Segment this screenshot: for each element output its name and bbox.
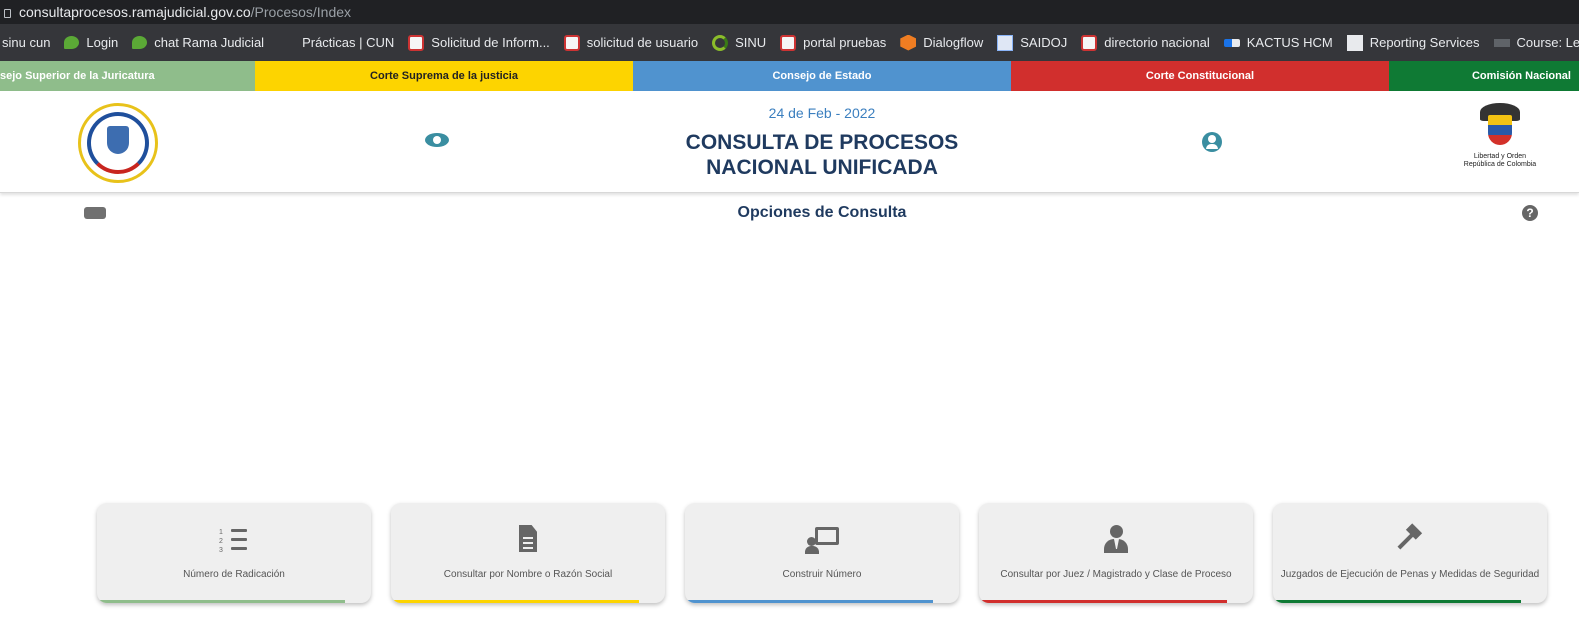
card-accent-bar	[1273, 600, 1521, 603]
strip-corte-constitucional[interactable]: Corte Constitucional	[1011, 61, 1389, 91]
seal-icon	[780, 34, 797, 51]
card-nombre-razon-social[interactable]: Consultar por Nombre o Razón Social	[391, 503, 665, 603]
page-title-line2: NACIONAL UNIFICADA	[706, 156, 938, 179]
bookmark-label: SAIDOJ	[1020, 35, 1068, 50]
bookmark-label: solicitud de usuario	[586, 35, 699, 50]
bookmark-label: Course: Learnathon...	[1516, 35, 1579, 50]
current-date: 24 de Feb - 2022	[768, 105, 876, 121]
page-title: CONSULTA DE PROCESOS NACIONAL UNIFICADA	[622, 130, 1022, 180]
bookmark-label: chat Rama Judicial	[154, 35, 265, 50]
lock-icon	[4, 9, 11, 18]
bookmarks-bar: sinu cun Login chat Rama Judicial Prácti…	[0, 24, 1579, 61]
crest-icon	[1476, 101, 1524, 153]
bookmark-label: portal pruebas	[803, 35, 887, 50]
bookmark-chat-rama-judicial[interactable]: chat Rama Judicial	[132, 35, 264, 50]
course-icon	[1493, 38, 1510, 47]
card-label: Consultar por Nombre o Razón Social	[443, 569, 613, 580]
strip-comision-nacional[interactable]: Comisión Nacional	[1389, 61, 1579, 91]
bookmark-label: sinu cun	[2, 35, 51, 50]
bookmark-course-learnathon[interactable]: Course: Learnathon...	[1493, 35, 1579, 50]
card-label: Consultar por Juez / Magistrado y Clase …	[1000, 569, 1232, 580]
kactus-icon	[1223, 38, 1240, 47]
colombia-crest-logo: Libertad y Orden República de Colombia	[1462, 99, 1538, 183]
bookmark-solicitud-usuario[interactable]: solicitud de usuario	[563, 34, 699, 51]
crest-motto: Libertad y Orden	[1473, 153, 1527, 160]
card-label: Juzgados de Ejecución de Penas y Medidas…	[1280, 569, 1540, 580]
document-icon	[513, 525, 543, 555]
strip-corte-suprema[interactable]: Corte Suprema de la justicia	[255, 61, 633, 91]
bookmark-sinu[interactable]: SINU	[712, 34, 767, 51]
bookmark-practicas-cun[interactable]: Prácticas | CUN	[302, 35, 394, 50]
card-numero-radicacion[interactable]: 1 2 3 Número de Radicación	[97, 503, 371, 603]
options-title: Opciones de Consulta	[737, 204, 907, 221]
gavel-icon	[1395, 523, 1425, 555]
card-construir-numero[interactable]: Construir Número	[685, 503, 959, 603]
shield-icon	[107, 126, 129, 154]
doc-icon	[997, 34, 1014, 51]
seal-icon	[563, 34, 580, 51]
bookmark-label: Solicitud de Inform...	[431, 35, 550, 50]
bookmark-label: SINU	[735, 35, 767, 50]
bookmark-login[interactable]: Login	[64, 35, 118, 50]
handshake-icon[interactable]	[84, 207, 106, 219]
bookmark-portal-pruebas[interactable]: portal pruebas	[780, 34, 887, 51]
report-icon	[1346, 34, 1363, 51]
bookmark-sinu-cun[interactable]: sinu cun	[2, 35, 50, 50]
page-title-line1: CONSULTA DE PROCESOS	[685, 131, 959, 154]
user-icon[interactable]	[1202, 132, 1222, 152]
card-juzgados-ejecucion[interactable]: Juzgados de Ejecución de Penas y Medidas…	[1273, 503, 1547, 603]
bookmark-dialogflow[interactable]: Dialogflow	[900, 34, 984, 51]
address-bar[interactable]: consultaprocesos.ramajudicial.gov.co/Pro…	[0, 0, 1579, 24]
card-label: Construir Número	[782, 569, 862, 580]
bookmark-reporting-services[interactable]: Reporting Services	[1346, 34, 1480, 51]
bookmark-label: Login	[86, 35, 119, 50]
strip-consejo-superior[interactable]: sejo Superior de la Juricatura	[0, 61, 255, 91]
bookmark-kactus-hcm[interactable]: KACTUS HCM	[1223, 35, 1333, 50]
crest-country: República de Colombia	[1463, 161, 1537, 168]
chat-icon	[132, 36, 148, 49]
card-accent-bar	[979, 600, 1227, 603]
dialogflow-icon	[900, 34, 917, 51]
institution-strip: sejo Superior de la Juricatura Corte Sup…	[0, 61, 1579, 91]
card-accent-bar	[391, 600, 639, 603]
bookmark-saidoj[interactable]: SAIDOJ	[997, 34, 1068, 51]
url-host: consultaprocesos.ramajudicial.gov.co	[19, 4, 251, 20]
bookmark-label: Reporting Services	[1369, 35, 1480, 50]
card-juez-magistrado[interactable]: Consultar por Juez / Magistrado y Clase …	[979, 503, 1253, 603]
numbered-list-icon: 1 2 3	[219, 525, 249, 555]
url-path: /Procesos/Index	[250, 4, 352, 20]
option-cards: 1 2 3 Número de Radicación Consultar por…	[97, 503, 1567, 605]
bookmark-label: Prácticas | CUN	[302, 35, 395, 50]
card-accent-bar	[685, 600, 933, 603]
page-header: 24 de Feb - 2022 CONSULTA DE PROCESOS NA…	[0, 91, 1579, 193]
presentation-icon	[805, 525, 839, 555]
chat-icon	[64, 36, 80, 49]
card-label: Número de Radicación	[183, 569, 285, 580]
rama-judicial-logo[interactable]	[78, 103, 158, 183]
strip-consejo-estado[interactable]: Consejo de Estado	[633, 61, 1011, 91]
seal-icon	[1081, 34, 1098, 51]
sinu-icon	[712, 34, 729, 51]
bookmark-label: Dialogflow	[923, 35, 984, 50]
seal-icon	[408, 34, 425, 51]
help-icon[interactable]: ?	[1522, 205, 1538, 221]
eye-icon[interactable]	[425, 133, 449, 147]
bookmark-label: directorio nacional	[1104, 35, 1210, 50]
card-accent-bar	[97, 600, 345, 603]
judge-icon	[1101, 525, 1131, 555]
bookmark-directorio-nacional[interactable]: directorio nacional	[1081, 34, 1210, 51]
bookmark-label: KACTUS HCM	[1246, 35, 1333, 50]
bookmark-solicitud-informacion[interactable]: Solicitud de Inform...	[408, 34, 550, 51]
